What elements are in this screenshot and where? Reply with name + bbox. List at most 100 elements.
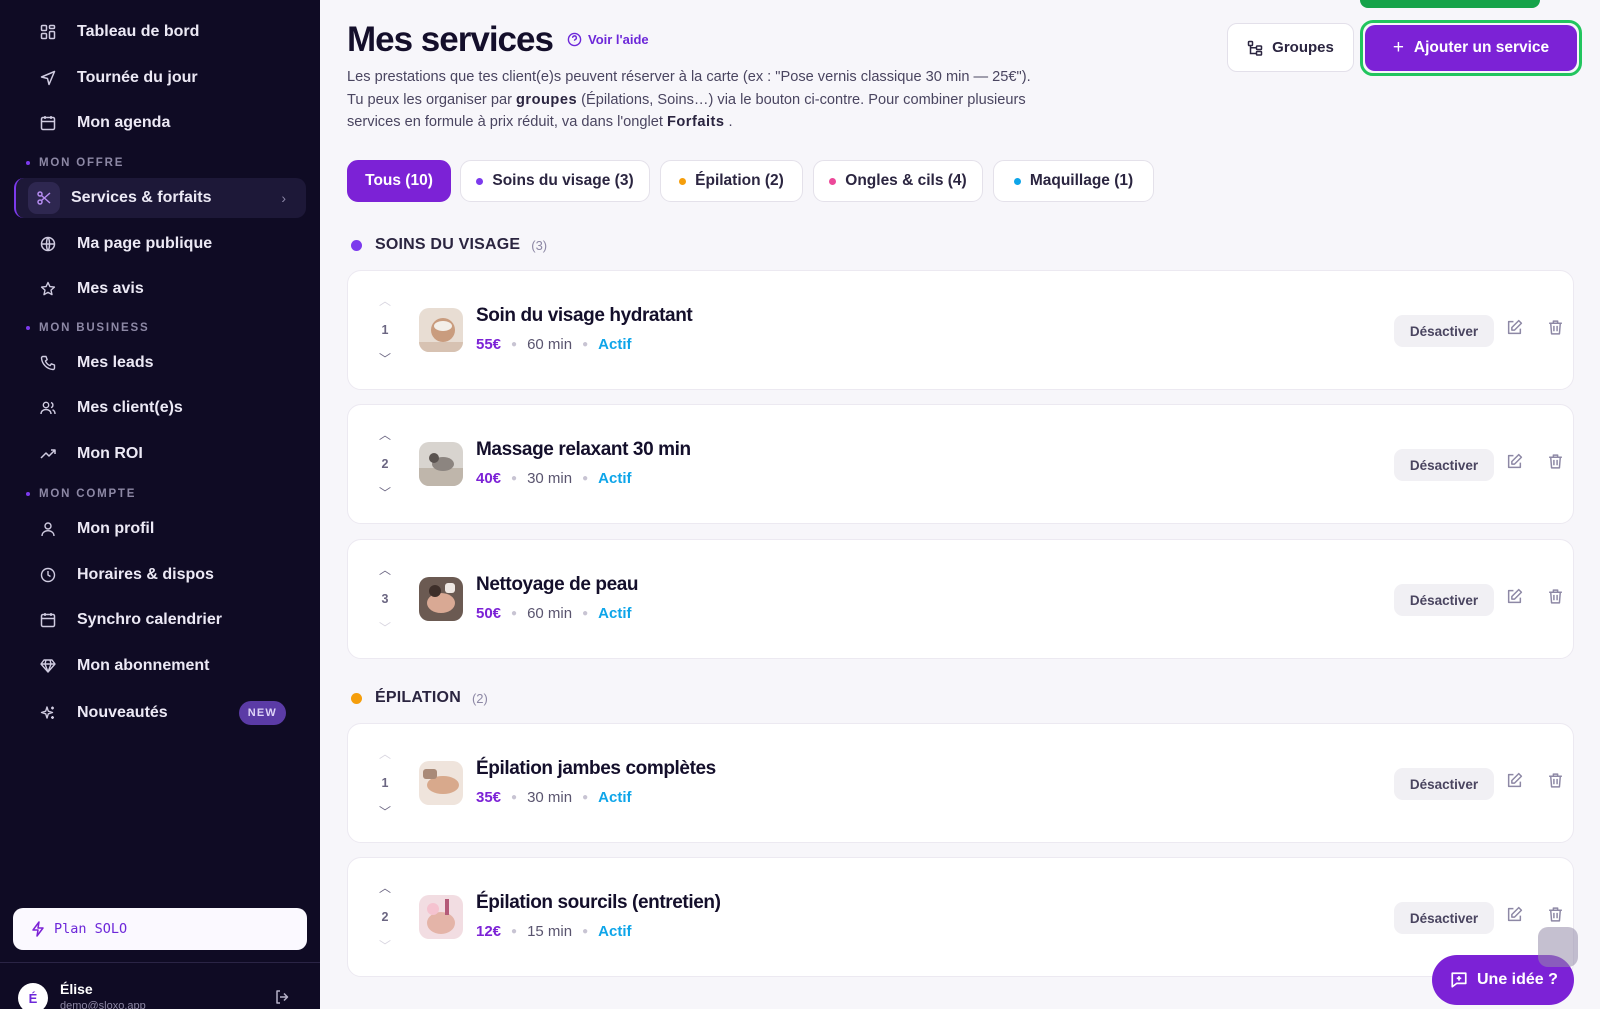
- order-control: ︿ 1 ﹀: [378, 294, 391, 366]
- trash-icon[interactable]: [1547, 588, 1564, 610]
- trending-up-icon: [34, 440, 62, 468]
- plan-button[interactable]: Plan SOLO: [13, 908, 307, 950]
- service-meta: 12€ ● 15 min ● Actif: [476, 923, 632, 940]
- arrow-down-icon[interactable]: ﹀: [379, 487, 391, 499]
- chat-widget-icon[interactable]: [1538, 927, 1578, 967]
- sidebar: Tableau de bord Tournée du jour Mon agen…: [0, 0, 320, 1009]
- tab-face-care[interactable]: Soins du visage (3): [460, 160, 650, 202]
- sidebar-item-roi[interactable]: Mon ROI: [14, 434, 306, 474]
- sidebar-item-label: Services & forfaits: [71, 189, 212, 206]
- sidebar-item-hours[interactable]: Horaires & dispos: [14, 555, 306, 595]
- trash-icon[interactable]: [1547, 319, 1564, 341]
- service-meta: 35€ ● 30 min ● Actif: [476, 789, 632, 806]
- sidebar-item-label: Synchro calendrier: [77, 611, 222, 628]
- sidebar-item-reviews[interactable]: Mes avis: [14, 269, 306, 309]
- edit-icon[interactable]: [1506, 453, 1523, 475]
- sidebar-item-label: Mon profil: [77, 520, 155, 537]
- edit-icon[interactable]: [1506, 772, 1523, 794]
- sidebar-item-profile[interactable]: Mon profil: [14, 509, 306, 549]
- sidebar-item-label: Tournée du jour: [77, 69, 198, 86]
- arrow-down-icon[interactable]: ﹀: [379, 622, 391, 634]
- sidebar-item-label: Mon abonnement: [77, 657, 210, 674]
- dot-icon: [476, 177, 484, 185]
- tab-all[interactable]: Tous (10): [347, 160, 451, 202]
- service-name: Épilation jambes complètes: [476, 758, 716, 779]
- dot-icon: [351, 692, 362, 704]
- sidebar-item-label: Mes client(e)s: [77, 399, 183, 416]
- deactivate-button[interactable]: Désactiver: [1394, 315, 1494, 347]
- service-name: Soin du visage hydratant: [476, 305, 693, 326]
- arrow-down-icon[interactable]: ﹀: [379, 806, 391, 818]
- phone-icon: [34, 349, 62, 377]
- sidebar-item-label: Mon agenda: [77, 114, 171, 131]
- order-control: ︿ 2 ﹀: [378, 881, 391, 953]
- arrow-down-icon[interactable]: ﹀: [379, 940, 391, 952]
- logout-icon[interactable]: [274, 989, 290, 1009]
- service-meta: 55€ ● 60 min ● Actif: [476, 336, 632, 353]
- order-control: ︿ 1 ﹀: [378, 747, 391, 819]
- add-service-button[interactable]: + Ajouter un service: [1365, 25, 1577, 71]
- tab-nails-lashes[interactable]: Ongles & cils (4): [813, 160, 983, 202]
- help-link[interactable]: Voir l'aide: [567, 32, 649, 47]
- service-meta: 50€ ● 60 min ● Actif: [476, 605, 632, 622]
- sidebar-item-services[interactable]: Services & forfaits ›: [14, 178, 306, 218]
- dot-icon: [679, 177, 687, 185]
- dot-icon: [1013, 177, 1021, 185]
- arrow-down-icon[interactable]: ﹀: [379, 353, 391, 365]
- deactivate-button[interactable]: Désactiver: [1394, 584, 1494, 616]
- plan-label: Plan SOLO: [54, 921, 128, 937]
- service-name: Épilation sourcils (entretien): [476, 892, 721, 913]
- page-description: Les prestations que tes client(e)s peuve…: [347, 69, 1031, 130]
- arrow-up-icon[interactable]: ︿: [379, 748, 391, 760]
- sidebar-item-subscription[interactable]: Mon abonnement: [14, 646, 306, 686]
- sidebar-item-agenda[interactable]: Mon agenda: [14, 103, 306, 143]
- trash-icon[interactable]: [1547, 453, 1564, 475]
- deactivate-button[interactable]: Désactiver: [1394, 449, 1494, 481]
- service-thumbnail: [419, 895, 463, 939]
- deactivate-button[interactable]: Désactiver: [1394, 902, 1494, 934]
- edit-icon[interactable]: [1506, 319, 1523, 341]
- groups-button[interactable]: Groupes: [1227, 23, 1354, 72]
- service-thumbnail: [419, 577, 463, 621]
- sparkles-icon: [34, 699, 62, 727]
- globe-icon: [34, 230, 62, 258]
- section-title-account: MON COMPTE: [26, 488, 136, 500]
- sidebar-item-label: Mes avis: [77, 280, 144, 297]
- group-header: ÉPILATION (2): [351, 689, 488, 707]
- sidebar-item-tour[interactable]: Tournée du jour: [14, 58, 306, 98]
- chevron-right-icon: ›: [281, 190, 286, 206]
- avatar: É: [18, 983, 48, 1009]
- service-thumbnail: [419, 761, 463, 805]
- section-title-offer: MON OFFRE: [26, 157, 124, 169]
- user-icon: [34, 515, 62, 543]
- edit-icon[interactable]: [1506, 588, 1523, 610]
- trash-icon[interactable]: [1547, 906, 1564, 928]
- section-title-business: MON BUSINESS: [26, 322, 149, 334]
- page-title: Mes services: [347, 20, 554, 59]
- arrow-up-icon[interactable]: ︿: [379, 295, 391, 307]
- sidebar-item-dashboard[interactable]: Tableau de bord: [14, 12, 306, 52]
- tab-makeup[interactable]: Maquillage (1): [993, 160, 1154, 202]
- trash-icon[interactable]: [1547, 772, 1564, 794]
- sidebar-item-leads[interactable]: Mes leads: [14, 343, 306, 383]
- sidebar-item-public-page[interactable]: Ma page publique: [14, 224, 306, 264]
- edit-icon[interactable]: [1506, 906, 1523, 928]
- arrow-up-icon[interactable]: ︿: [379, 429, 391, 441]
- arrow-up-icon[interactable]: ︿: [379, 882, 391, 894]
- navigation-icon: [34, 64, 62, 92]
- service-card: ︿ 1 ﹀ Soin du visage hydratant 55€ ● 60 m…: [347, 270, 1574, 390]
- deactivate-button[interactable]: Désactiver: [1394, 768, 1494, 800]
- plus-icon: +: [1392, 37, 1404, 58]
- sidebar-item-label: Nouveautés: [77, 704, 168, 721]
- dot-icon: [351, 239, 362, 251]
- tooltip-tab: [1360, 0, 1540, 8]
- sidebar-item-news[interactable]: Nouveautés NEW: [14, 693, 306, 733]
- help-circle-icon: [567, 32, 582, 47]
- arrow-up-icon[interactable]: ︿: [379, 564, 391, 576]
- service-meta: 40€ ● 30 min ● Actif: [476, 470, 632, 487]
- sidebar-item-label: Mes leads: [77, 354, 154, 371]
- sidebar-item-clients[interactable]: Mes client(e)s: [14, 388, 306, 428]
- main-content: Mes services Voir l'aide Les prestations…: [320, 0, 1600, 1009]
- sidebar-item-calendar-sync[interactable]: Synchro calendrier: [14, 600, 306, 640]
- tab-epilation[interactable]: Épilation (2): [660, 160, 803, 202]
